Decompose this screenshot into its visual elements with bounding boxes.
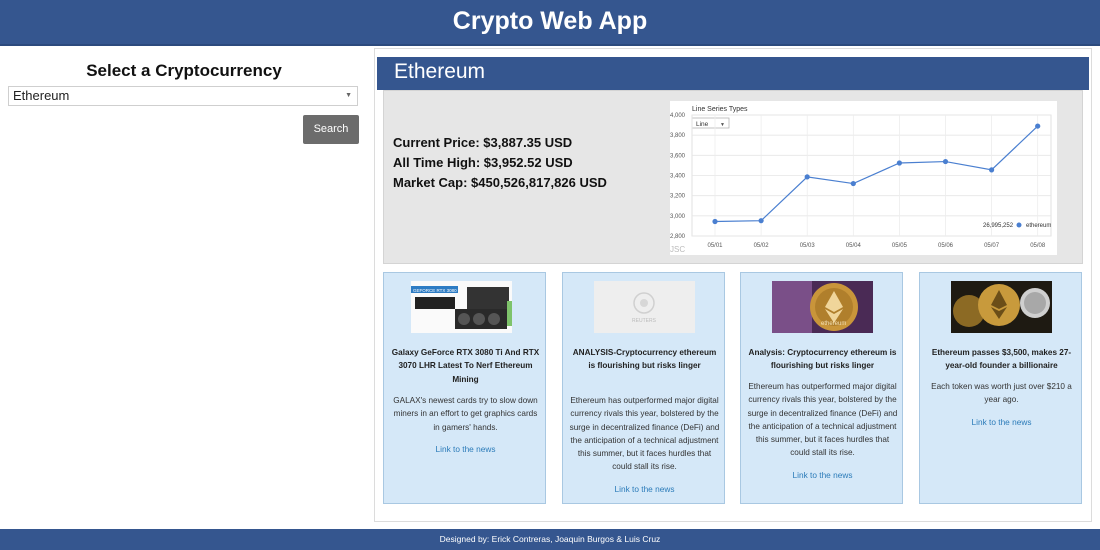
coin-stats: Current Price: $3,887.35 USD All Time Hi… [393, 135, 607, 195]
all-time-high: All Time High: $3,952.52 USD [393, 155, 573, 170]
x-tick-label: 05/03 [800, 243, 816, 249]
news-link[interactable]: Link to the news [563, 484, 726, 494]
y-tick-label: 3,600 [670, 153, 686, 159]
news-link[interactable]: Link to the news [741, 470, 904, 480]
data-point[interactable] [989, 167, 995, 173]
news-link[interactable]: Link to the news [920, 417, 1083, 427]
y-tick-label: 3,800 [670, 133, 686, 139]
news-title: Analysis: Cryptocurrency ethereum is flo… [748, 348, 897, 371]
news-image-reuters: REUTERS [594, 281, 695, 333]
x-tick-label: 05/04 [846, 243, 862, 249]
news-image-label-1: REUTERS [632, 318, 657, 324]
x-tick-label: 05/07 [984, 243, 1000, 249]
series-line-ethereum [714, 125, 1039, 223]
news-title: Ethereum passes $3,500, makes 27-year-ol… [931, 348, 1072, 371]
news-image-label-0: GEFORCE RTX 3080 [413, 288, 457, 293]
data-point[interactable] [1035, 123, 1041, 129]
y-tick-label: 3,400 [670, 174, 686, 180]
y-tick-label: 3,000 [670, 214, 686, 220]
x-tick-label: 05/08 [1030, 243, 1046, 249]
chevron-down-icon: ▼ [345, 92, 352, 99]
data-point[interactable] [942, 158, 949, 165]
x-tick-label: 05/01 [707, 243, 723, 249]
data-point[interactable] [850, 180, 856, 187]
news-image-rtx: GEFORCE RTX 3080 [411, 281, 512, 333]
price-chart: Line Series Types Line ▼ 4,000 3,800 3,600… [670, 101, 1057, 255]
y-tick-label: 4,000 [670, 113, 686, 119]
news-title: Galaxy GeForce RTX 3080 Ti And RTX 3070 … [391, 348, 540, 384]
current-price: Current Price: $3,887.35 USD [393, 135, 573, 150]
data-point[interactable] [712, 218, 718, 225]
footer-credits: Designed by: Erick Contreras, Joaquin Bu… [439, 534, 661, 544]
sidebar-heading: Select a Cryptocurrency [86, 61, 282, 80]
news-card: REUTERS ANALYSIS-Cryptocurrency ethereum… [562, 272, 725, 504]
y-tick-label: 3,200 [670, 194, 686, 200]
news-description: Each token was worth just over $210 a ye… [931, 382, 1072, 405]
news-title: ANALYSIS-Cryptocurrency ethereum is flou… [572, 348, 717, 371]
app-header: Crypto Web App [0, 0, 1100, 46]
chart-title: Line Series Types [692, 106, 748, 113]
tooltip-value: 26,995,252 [983, 223, 1014, 229]
news-link[interactable]: Link to the news [384, 444, 547, 454]
crypto-select-value: Ethereum [13, 88, 70, 103]
app-title: Crypto Web App [452, 7, 648, 35]
news-description: GALAX's newest cards try to slow down mi… [393, 396, 538, 432]
data-point[interactable] [758, 218, 764, 224]
news-description: Ethereum has outperformed major digital … [747, 382, 898, 458]
footer: Designed by: Erick Contreras, Joaquin Bu… [0, 529, 1100, 550]
coin-title: Ethereum [377, 57, 1089, 90]
watermark: JSC [670, 245, 685, 254]
news-image-label-2: ethereum [821, 321, 846, 327]
crypto-select[interactable]: Ethereum ▼ [8, 86, 358, 106]
x-tick-label: 05/02 [754, 243, 770, 249]
news-image-ethereum-coin: ethereum [772, 281, 873, 333]
chevron-down-icon: ▼ [720, 122, 725, 128]
news-image-coins [951, 281, 1052, 333]
news-description: Ethereum has outperformed major digital … [569, 396, 720, 472]
news-card: GEFORCE RTX 3080 Galaxy GeForce RTX 3080… [383, 272, 546, 504]
news-card: Ethereum passes $3,500, makes 27-year-ol… [919, 272, 1082, 504]
search-button[interactable]: Search [303, 115, 359, 144]
legend-marker [1016, 222, 1022, 228]
x-tick-label: 05/05 [892, 243, 908, 249]
market-cap: Market Cap: $450,526,817,826 USD [393, 175, 607, 190]
legend-label: ethereum [1026, 223, 1051, 229]
data-point[interactable] [896, 160, 902, 166]
y-tick-label: 2,800 [670, 234, 686, 240]
price-chart-svg: Line Series Types Line ▼ 4,000 3,800 3,600… [670, 106, 1052, 254]
x-tick-label: 05/06 [938, 243, 954, 249]
data-point[interactable] [804, 174, 810, 180]
coin-info-box: Current Price: $3,887.35 USD All Time Hi… [383, 90, 1083, 264]
news-card: ethereum Analysis: Cryptocurrency ethere… [740, 272, 903, 504]
series-type-dropdown[interactable]: Line ▼ [691, 117, 730, 129]
main-panel: Ethereum Current Price: $3,887.35 USD Al… [374, 48, 1092, 522]
series-type-value: Line [696, 121, 709, 128]
